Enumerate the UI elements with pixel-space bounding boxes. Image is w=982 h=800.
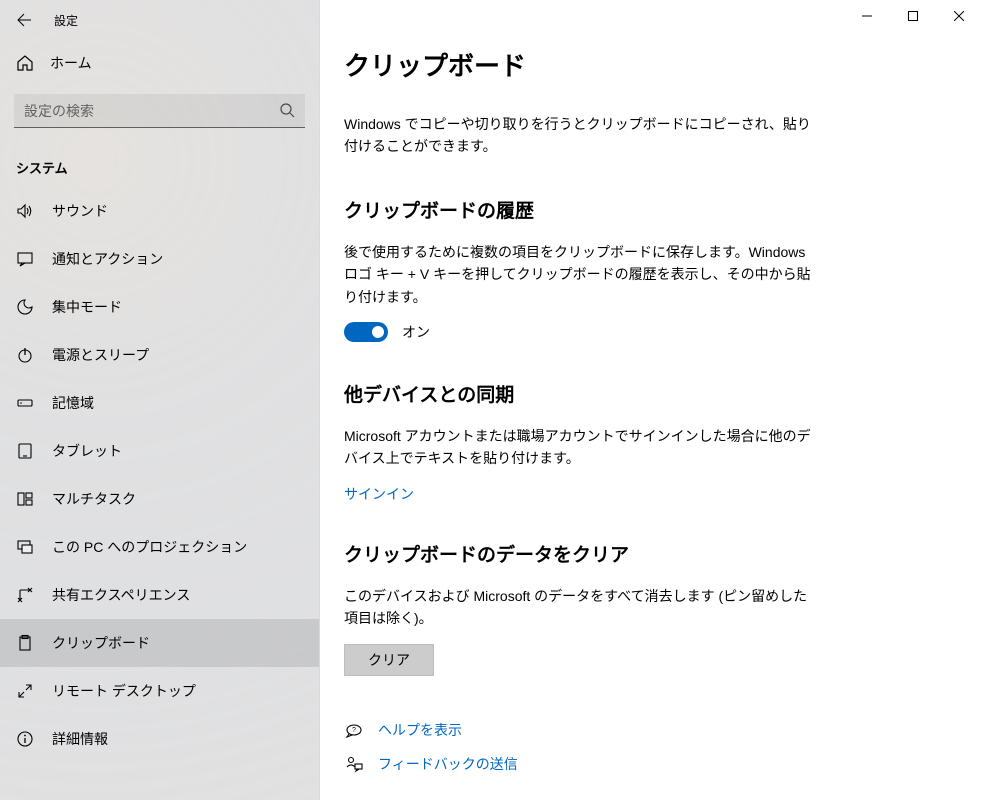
power-icon [16, 346, 34, 364]
signin-link[interactable]: サインイン [344, 486, 414, 502]
sidebar-item-shared[interactable]: 共有エクスペリエンス [0, 571, 319, 619]
minimize-icon [862, 11, 872, 21]
projection-icon [16, 538, 34, 556]
sidebar-item-power[interactable]: 電源とスリープ [0, 331, 319, 379]
sidebar-item-label: 記憶域 [52, 393, 94, 413]
sidebar-item-label: サウンド [52, 201, 108, 221]
titlebar-right [320, 0, 982, 32]
home-icon [16, 54, 34, 72]
sidebar-item-sound[interactable]: サウンド [0, 187, 319, 235]
sidebar-item-label: 電源とスリープ [52, 345, 149, 365]
sidebar-group-label: システム [0, 128, 319, 187]
sidebar-item-clipboard[interactable]: クリップボード [0, 619, 319, 667]
sync-title: 他デバイスとの同期 [344, 380, 942, 407]
app-title: 設定 [48, 12, 78, 29]
focus-icon [16, 298, 34, 316]
sidebar-item-about[interactable]: 詳細情報 [0, 715, 319, 763]
help-row[interactable]: ? ヘルプを表示 [344, 720, 942, 740]
maximize-button[interactable] [890, 0, 936, 32]
support-section: ? ヘルプを表示 フィードバックの送信 [344, 720, 942, 774]
history-toggle-label: オン [402, 322, 430, 342]
feedback-link: フィードバックの送信 [378, 754, 518, 774]
main-area: クリップボード Windows でコピーや切り取りを行うとクリップボードにコピー… [320, 0, 982, 800]
search-icon [279, 102, 295, 118]
history-title: クリップボードの履歴 [344, 196, 942, 223]
history-toggle[interactable] [344, 322, 388, 342]
back-button[interactable] [0, 0, 48, 40]
home-label: ホーム [50, 53, 92, 73]
sidebar-item-notifications[interactable]: 通知とアクション [0, 235, 319, 283]
titlebar-left: 設定 [0, 0, 319, 40]
search-wrap [0, 86, 319, 128]
sidebar-item-tablet[interactable]: タブレット [0, 427, 319, 475]
clipboard-icon [16, 634, 34, 652]
sidebar-item-label: 共有エクスペリエンス [52, 585, 190, 605]
settings-window: 設定 ホーム システム サウンド 通知とアクション [0, 0, 982, 800]
home-nav[interactable]: ホーム [0, 40, 319, 86]
clear-desc: このデバイスおよび Microsoft のデータをすべて消去します (ピン留めし… [344, 585, 814, 630]
notification-icon [16, 250, 34, 268]
sound-icon [16, 202, 34, 220]
content: クリップボード Windows でコピーや切り取りを行うとクリップボードにコピー… [320, 32, 982, 800]
sidebar-item-label: マルチタスク [52, 489, 136, 509]
history-desc: 後で使用するために複数の項目をクリップボードに保存します。Windows ロゴ … [344, 241, 814, 308]
sidebar-item-label: この PC へのプロジェクション [52, 537, 247, 557]
sidebar-item-label: 集中モード [52, 297, 122, 317]
sidebar-item-label: タブレット [52, 441, 122, 461]
svg-text:?: ? [352, 727, 356, 734]
close-button[interactable] [936, 0, 982, 32]
clear-title: クリップボードのデータをクリア [344, 540, 942, 567]
help-link: ヘルプを表示 [378, 720, 462, 740]
sidebar-item-storage[interactable]: 記憶域 [0, 379, 319, 427]
multitask-icon [16, 490, 34, 508]
sidebar-item-projection[interactable]: この PC へのプロジェクション [0, 523, 319, 571]
sidebar-nav: サウンド 通知とアクション 集中モード 電源とスリープ 記憶域 タブレット [0, 187, 319, 763]
sync-desc: Microsoft アカウントまたは職場アカウントでサインインした場合に他のデバ… [344, 425, 814, 470]
clear-button[interactable]: クリア [344, 644, 434, 676]
shared-icon [16, 586, 34, 604]
close-icon [954, 11, 964, 21]
history-toggle-row: オン [344, 322, 942, 342]
info-icon [16, 730, 34, 748]
sidebar-item-label: 詳細情報 [52, 729, 108, 749]
help-icon: ? [344, 720, 364, 740]
feedback-icon [344, 754, 364, 774]
page-title: クリップボード [344, 46, 942, 83]
sidebar-item-multitask[interactable]: マルチタスク [0, 475, 319, 523]
sidebar-item-remote[interactable]: リモート デスクトップ [0, 667, 319, 715]
toggle-knob [372, 326, 384, 338]
search-input[interactable] [14, 94, 305, 128]
minimize-button[interactable] [844, 0, 890, 32]
maximize-icon [908, 11, 918, 21]
sidebar-item-label: リモート デスクトップ [52, 681, 196, 701]
sidebar-item-label: クリップボード [52, 633, 150, 653]
feedback-row[interactable]: フィードバックの送信 [344, 754, 942, 774]
sidebar: 設定 ホーム システム サウンド 通知とアクション [0, 0, 320, 800]
remote-icon [16, 682, 34, 700]
storage-icon [16, 394, 34, 412]
sidebar-item-focus[interactable]: 集中モード [0, 283, 319, 331]
back-arrow-icon [16, 12, 32, 28]
page-intro: Windows でコピーや切り取りを行うとクリップボードにコピーされ、貼り付ける… [344, 113, 814, 158]
sidebar-item-label: 通知とアクション [52, 249, 163, 269]
tablet-icon [16, 442, 34, 460]
